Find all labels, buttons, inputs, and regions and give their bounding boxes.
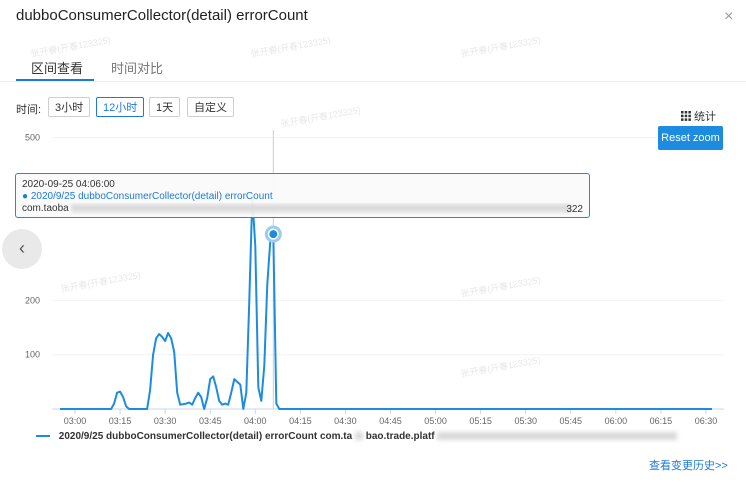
series-line bbox=[60, 196, 712, 410]
reset-zoom-button[interactable]: Reset zoom bbox=[658, 126, 723, 150]
y-tick-label: 500 bbox=[25, 133, 40, 143]
tooltip-value: 322 bbox=[566, 204, 583, 215]
chart-tooltip: 2020-09-25 04:06:00 ● 2020/9/25 dubboCon… bbox=[15, 173, 590, 218]
error-count-chart[interactable]: 100 200 500 03:00 03:15 03:30 03:45 04:00 04:15… bbox=[0, 0, 746, 503]
legend-label: 2020/9/25 dubboConsumerCollector(detail)… bbox=[58, 431, 353, 442]
legend-redacted bbox=[354, 432, 363, 441]
tooltip-series: ● 2020/9/25 dubboConsumerCollector(detai… bbox=[22, 191, 273, 202]
x-tick-label: 05:00 bbox=[424, 416, 447, 426]
legend-label-2: bao.trade.platf bbox=[365, 431, 435, 442]
x-tick-label: 05:30 bbox=[514, 416, 537, 426]
x-tick-label: 06:30 bbox=[695, 416, 718, 426]
legend-line-icon bbox=[36, 435, 50, 438]
x-tick-label: 03:45 bbox=[199, 416, 222, 426]
tooltip-redacted bbox=[71, 204, 572, 213]
legend-redacted-2 bbox=[437, 432, 678, 441]
x-tick-label: 04:45 bbox=[379, 416, 402, 426]
x-tick-label: 04:30 bbox=[334, 416, 357, 426]
nav-prev-button[interactable]: ‹ bbox=[2, 229, 42, 269]
highlight-point-core bbox=[269, 230, 278, 239]
x-tick-label: 03:00 bbox=[64, 416, 87, 426]
tooltip-detail: com.taoba bbox=[22, 203, 583, 215]
x-tick-label: 05:45 bbox=[560, 416, 583, 426]
y-tick-label: 200 bbox=[25, 295, 40, 305]
y-tick-label: 100 bbox=[25, 350, 40, 360]
x-tick-label: 05:15 bbox=[469, 416, 492, 426]
tooltip-detail-start: com.taoba bbox=[22, 203, 69, 214]
x-tick-label: 04:00 bbox=[244, 416, 267, 426]
x-tick-label: 06:15 bbox=[650, 416, 673, 426]
x-tick-label: 04:15 bbox=[289, 416, 312, 426]
tooltip-time: 2020-09-25 04:06:00 bbox=[22, 179, 115, 190]
x-tick-label: 03:15 bbox=[109, 416, 132, 426]
change-history-link[interactable]: 查看变更历史>> bbox=[649, 457, 728, 473]
x-tick-label: 03:30 bbox=[154, 416, 177, 426]
x-tick-label: 06:00 bbox=[605, 416, 628, 426]
chart-legend[interactable]: 2020/9/25 dubboConsumerCollector(detail)… bbox=[36, 431, 678, 442]
